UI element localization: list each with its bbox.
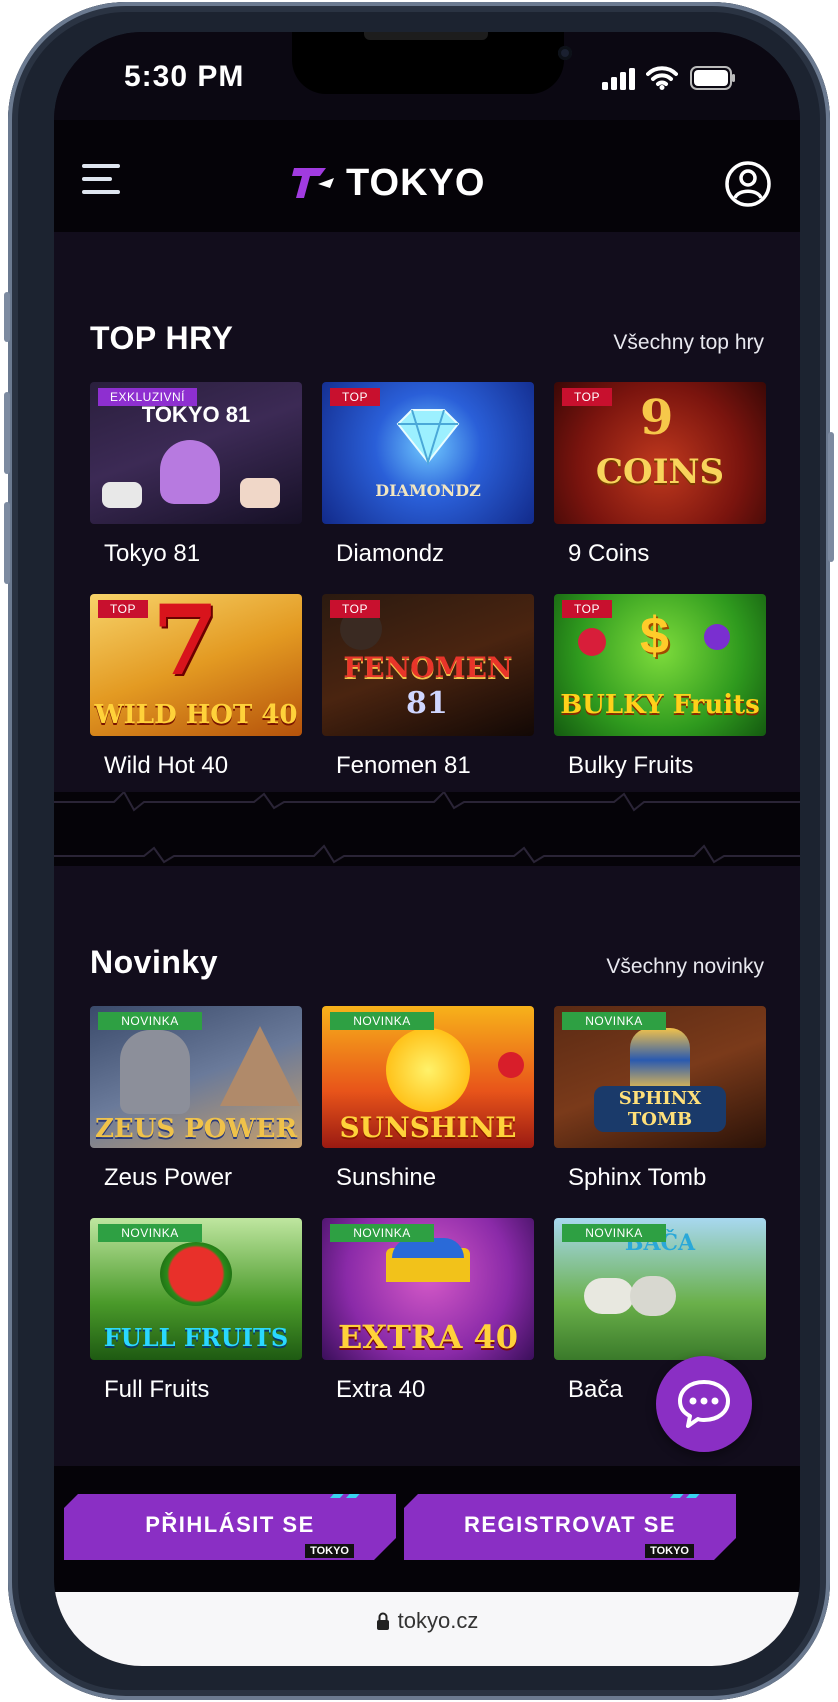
game-name: Full Fruits <box>104 1376 210 1403</box>
login-brand-mark: TOKYO <box>305 1544 354 1558</box>
new-games-grid: ZEUS POWER NOVINKA Zeus Power SUNSHINE N… <box>90 1006 766 1404</box>
thumb-title: WILD HOT 40 <box>94 700 298 730</box>
top-badge: TOP <box>330 388 380 406</box>
thumb-title: COINS <box>595 452 725 492</box>
top-badge: TOP <box>562 388 612 406</box>
thumb-title: SPHINX TOMB <box>594 1086 726 1132</box>
top-badge: TOP <box>562 600 612 618</box>
see-all-top-link[interactable]: Všechny top hry <box>613 331 764 355</box>
new-badge: NOVINKA <box>562 1224 666 1242</box>
screen: 5:30 PM TOKYO TOP HRY Všechny top hry TO… <box>54 32 800 1666</box>
browser-url-bar[interactable]: tokyo.cz <box>54 1592 800 1666</box>
logo-mark-icon <box>292 168 334 198</box>
register-button[interactable]: REGISTROVAT SE TOKYO <box>404 1494 736 1560</box>
new-badge: NOVINKA <box>330 1012 434 1030</box>
game-thumbnail[interactable]: TOKYO 81 EXKLUZIVNÍ <box>90 382 302 524</box>
mute-switch <box>4 292 10 342</box>
signal-icon <box>602 68 635 90</box>
game-card-fenomen-81[interactable]: FENOMEN 81 TOP Fenomen 81 <box>322 594 534 780</box>
auth-bar: PŘIHLÁSIT SE TOKYO REGISTROVAT SE TOKYO <box>54 1466 800 1592</box>
game-thumbnail[interactable]: $ BULKY Fruits TOP <box>554 594 766 736</box>
new-badge: NOVINKA <box>330 1224 434 1242</box>
register-label: REGISTROVAT SE <box>463 1512 677 1537</box>
game-name: Diamondz <box>336 540 445 567</box>
game-name: 9 Coins <box>568 540 650 567</box>
phone-frame: 5:30 PM TOKYO TOP HRY Všechny top hry TO… <box>4 2 834 1700</box>
game-name: Bulky Fruits <box>568 752 694 779</box>
wifi-icon <box>646 66 678 90</box>
game-thumbnail[interactable]: FENOMEN 81 TOP <box>322 594 534 736</box>
power-button <box>828 432 834 562</box>
game-thumbnail[interactable]: FULL FRUITS NOVINKA <box>90 1218 302 1360</box>
thumb-title: FULL FRUITS <box>103 1323 289 1352</box>
new-badge: NOVINKA <box>562 1012 666 1030</box>
thumb-title: ZEUS POWER <box>94 1114 298 1144</box>
speaker <box>364 32 488 40</box>
game-thumbnail[interactable]: EXTRA 40 NOVINKA <box>322 1218 534 1360</box>
top-badge: TOP <box>98 600 148 618</box>
game-name: Sunshine <box>336 1164 437 1191</box>
game-name: Tokyo 81 <box>104 540 201 567</box>
volume-up-button <box>4 392 10 474</box>
game-name: Sphinx Tomb <box>568 1164 707 1191</box>
chat-icon <box>678 1380 730 1428</box>
app-header: TOKYO <box>54 120 800 233</box>
section-header-top: TOP HRY Všechny top hry <box>90 320 764 357</box>
game-card-9-coins[interactable]: 9 COINS TOP 9 Coins <box>554 382 766 568</box>
game-name: Fenomen 81 <box>336 752 471 779</box>
game-thumbnail[interactable]: SPHINX TOMB NOVINKA <box>554 1006 766 1148</box>
top-badge: TOP <box>330 600 380 618</box>
user-icon[interactable] <box>724 160 772 208</box>
game-thumbnail[interactable]: SUNSHINE NOVINKA <box>322 1006 534 1148</box>
game-card-full-fruits[interactable]: FULL FRUITS NOVINKA Full Fruits <box>90 1218 302 1404</box>
game-thumbnail[interactable]: 7 WILD HOT 40 TOP <box>90 594 302 736</box>
section-header-new: Novinky Všechny novinky <box>90 944 764 981</box>
section-title: TOP HRY <box>90 320 234 356</box>
register-brand-mark: TOKYO <box>645 1544 694 1558</box>
status-bar: 5:30 PM <box>54 32 800 120</box>
thumb-title: EXTRA 40 <box>337 1318 519 1356</box>
game-name: Zeus Power <box>104 1164 233 1191</box>
login-label: PŘIHLÁSIT SE <box>145 1512 315 1537</box>
thumb-title: FENOMEN <box>343 651 513 684</box>
battery-icon <box>690 66 735 90</box>
game-card-bulky-fruits[interactable]: $ BULKY Fruits TOP Bulky Fruits <box>554 594 766 780</box>
game-thumbnail[interactable]: 9 COINS TOP <box>554 382 766 524</box>
game-card-extra-40[interactable]: EXTRA 40 NOVINKA Extra 40 <box>322 1218 534 1404</box>
front-camera <box>558 46 572 60</box>
notch <box>292 32 572 94</box>
section-divider <box>54 792 800 866</box>
main-content: TOP HRY Všechny top hry TOKYO 81 EXKLUZI… <box>54 232 800 1466</box>
url-text: tokyo.cz <box>397 1608 479 1633</box>
game-thumbnail[interactable]: ZEUS POWER NOVINKA <box>90 1006 302 1148</box>
volume-down-button <box>4 502 10 584</box>
thumb-title: BULKY Fruits <box>560 690 760 720</box>
game-thumbnail[interactable]: DIAMONDZ TOP <box>322 382 534 524</box>
new-badge: NOVINKA <box>98 1012 202 1030</box>
thumb-title: SUNSHINE <box>339 1111 517 1144</box>
menu-icon[interactable] <box>82 164 120 196</box>
lock-icon <box>376 1612 389 1630</box>
game-card-diamondz[interactable]: DIAMONDZ TOP Diamondz <box>322 382 534 568</box>
game-name: Extra 40 <box>336 1376 426 1403</box>
chat-button[interactable] <box>656 1356 752 1452</box>
game-thumbnail[interactable]: BAČA NOVINKA <box>554 1218 766 1360</box>
game-card-tokyo-81[interactable]: TOKYO 81 EXKLUZIVNÍ Tokyo 81 <box>90 382 302 568</box>
status-time: 5:30 PM <box>124 60 245 93</box>
game-card-sphinx-tomb[interactable]: SPHINX TOMB NOVINKA Sphinx Tomb <box>554 1006 766 1192</box>
game-card-sunshine[interactable]: SUNSHINE NOVINKA Sunshine <box>322 1006 534 1192</box>
top-games-grid: TOKYO 81 EXKLUZIVNÍ Tokyo 81 DIAMONDZ TO… <box>90 382 766 780</box>
exclusive-badge: EXKLUZIVNÍ <box>98 388 198 406</box>
game-card-zeus-power[interactable]: ZEUS POWER NOVINKA Zeus Power <box>90 1006 302 1192</box>
url-display[interactable]: tokyo.cz <box>54 1608 800 1634</box>
game-card-wild-hot-40[interactable]: 7 WILD HOT 40 TOP Wild Hot 40 <box>90 594 302 780</box>
logo-text: TOKYO <box>346 161 486 204</box>
game-name: Wild Hot 40 <box>104 752 229 779</box>
logo[interactable]: TOKYO <box>292 162 485 204</box>
section-title: Novinky <box>90 944 218 980</box>
see-all-new-link[interactable]: Všechny novinky <box>606 955 764 979</box>
thumb-title: DIAMONDZ <box>375 481 481 500</box>
new-badge: NOVINKA <box>98 1224 202 1242</box>
login-button[interactable]: PŘIHLÁSIT SE TOKYO <box>64 1494 396 1560</box>
